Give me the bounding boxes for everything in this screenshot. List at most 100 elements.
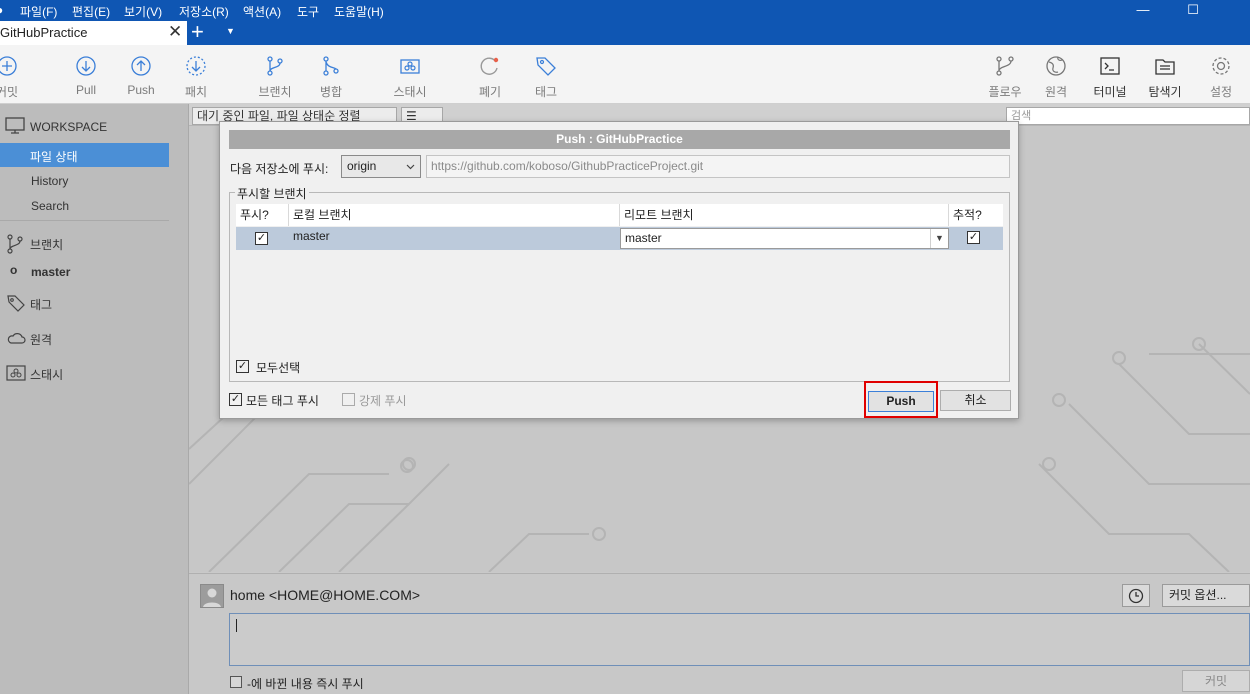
cancel-button[interactable]: 취소 [940, 390, 1011, 411]
patch-icon [186, 56, 206, 76]
remote-select[interactable]: origin [341, 155, 421, 178]
app-icon: ● [0, 3, 3, 17]
pull-button[interactable]: Pull [56, 54, 116, 97]
push-branch-checkbox[interactable]: ✓ [255, 232, 268, 245]
add-tab-icon[interactable]: + [191, 21, 204, 43]
sidebar-item-master[interactable]: master [31, 265, 70, 279]
commit-options-select[interactable]: 커밋 옵션... [1162, 584, 1250, 607]
push-all-tags-checkbox[interactable]: ✓ [229, 393, 242, 406]
commit-area: home <HOME@HOME.COM> 커밋 옵션... -에 바뀐 내용 즉… [189, 573, 1250, 694]
commit-author: home <HOME@HOME.COM> [230, 587, 421, 603]
remote-branch-select[interactable]: master ▼ [620, 228, 949, 249]
remote-url-field: https://github.com/koboso/GithubPractice… [426, 155, 1010, 178]
minimize-button[interactable]: — [1120, 0, 1166, 21]
menu-view[interactable]: 보기(V) [124, 3, 162, 20]
force-push-label: 강제 푸시 [359, 394, 407, 408]
push-button-label: Push [886, 394, 916, 408]
track-branch-checkbox[interactable]: ✓ [967, 231, 980, 244]
settings-label: 설정 [1209, 85, 1233, 99]
stash-icon [6, 365, 26, 381]
tag-icon [536, 57, 556, 76]
branch-button[interactable]: 브랜치 [245, 54, 305, 100]
sidebar-item-tags[interactable]: 태그 [30, 296, 52, 313]
sidebar-item-remotes[interactable]: 원격 [30, 331, 52, 348]
discard-icon [480, 57, 499, 75]
branch-icon [267, 56, 283, 76]
table-row[interactable]: ✓ master master ▼ ✓ [236, 227, 1003, 250]
commit-options-label: 커밋 옵션... [1169, 588, 1227, 602]
patch-button[interactable]: 패치 [166, 54, 226, 100]
tab-bar: GitHubPractice ✕ + ▼ [0, 21, 1250, 45]
pull-label: Pull [75, 83, 96, 97]
text-caret [236, 619, 237, 632]
select-all-checkbox[interactable]: ✓ [236, 360, 249, 373]
close-icon[interactable]: ✕ [168, 23, 182, 41]
commit-button[interactable]: 커밋 [0, 54, 37, 100]
chevron-down-icon: ▼ [930, 229, 948, 248]
monitor-icon [5, 117, 25, 134]
push-immediately-checkbox[interactable] [230, 676, 242, 688]
sidebar-item-branches[interactable]: 브랜치 [30, 236, 63, 253]
push-label: Push [127, 83, 155, 97]
discard-button[interactable]: 폐기 [460, 54, 520, 100]
select-all-label: 모두선택 [256, 361, 301, 375]
dialog-title: Push : GitHubPractice [229, 130, 1010, 149]
stash-button[interactable]: 스태시 [380, 54, 440, 100]
explorer-button[interactable]: 탐색기 [1135, 54, 1195, 100]
workspace-heading: WORKSPACE [30, 120, 108, 134]
tab-repository[interactable]: GitHubPractice ✕ [0, 21, 187, 45]
menu-file[interactable]: 파일(F) [20, 3, 57, 20]
settings-button[interactable]: 설정 [1191, 54, 1250, 100]
tag-button[interactable]: 태그 [516, 54, 576, 100]
commit-label: 커밋 [0, 85, 19, 99]
sidebar-item-stashes[interactable]: 스태시 [30, 366, 63, 383]
menu-tools[interactable]: 도구 [297, 3, 319, 20]
merge-button[interactable]: 병합 [301, 54, 361, 100]
push-toolbar-button[interactable]: Push [111, 54, 171, 97]
commit-submit-button[interactable]: 커밋 [1182, 670, 1250, 692]
push-all-tags-label: 모든 태그 푸시 [246, 394, 319, 408]
explorer-icon [1155, 59, 1175, 75]
remote-label: 다음 저장소에 푸시: [230, 162, 329, 176]
branch-table: 푸시? 로컬 브랜치 리모트 브랜치 추적? ✓ master master ▼… [236, 204, 1003, 347]
remote-button[interactable]: 원격 [1026, 54, 1086, 100]
chevron-down-icon[interactable]: ▼ [226, 26, 235, 36]
push-button[interactable]: Push [868, 391, 934, 412]
local-branch-name: master [293, 229, 330, 243]
sidebar-item-file-status[interactable]: 파일 상태 [0, 143, 169, 167]
force-push-checkbox[interactable] [342, 393, 355, 406]
tag-label: 태그 [534, 85, 558, 99]
commit-history-button[interactable] [1122, 584, 1150, 607]
push-dialog: Push : GitHubPractice 다음 저장소에 푸시: origin… [219, 121, 1019, 419]
menu-edit[interactable]: 편집(E) [72, 3, 110, 20]
menu-help[interactable]: 도움말(H) [334, 3, 384, 20]
menu-actions[interactable]: 액션(A) [243, 3, 281, 20]
terminal-button[interactable]: 터미널 [1080, 54, 1140, 100]
search-input[interactable]: 검색 [1006, 107, 1250, 125]
remote-select-value: origin [347, 159, 377, 173]
user-icon [203, 588, 221, 607]
column-track: 추적? [949, 204, 1003, 226]
remote-url-text: https://github.com/koboso/GithubPractice… [431, 159, 704, 173]
sidebar-item-history[interactable]: History [31, 174, 68, 188]
terminal-label: 터미널 [1093, 85, 1127, 99]
maximize-button[interactable]: ☐ [1170, 0, 1216, 21]
plus-circle-icon [0, 56, 17, 76]
clock-icon [1128, 588, 1144, 604]
sidebar-item-search[interactable]: Search [31, 199, 69, 213]
tab-title: GitHubPractice [0, 25, 88, 40]
flow-icon [996, 56, 1014, 76]
file-status-label: 파일 상태 [30, 150, 78, 164]
column-local-branch: 로컬 브랜치 [289, 204, 619, 226]
stash-icon [400, 59, 420, 74]
menu-bar: ● 파일(F) 편집(E) 보기(V) 저장소(R) 액션(A) 도구 도움말(… [0, 0, 1250, 21]
arrow-down-circle-icon [76, 56, 96, 76]
remote-branch-value: master [625, 231, 662, 245]
commit-submit-label: 커밋 [1204, 674, 1228, 688]
column-push: 푸시? [236, 204, 288, 226]
menu-repository[interactable]: 저장소(R) [179, 3, 229, 20]
chevron-down-icon [406, 164, 415, 170]
arrow-up-circle-icon [131, 56, 151, 76]
gear-icon [1212, 57, 1230, 75]
commit-message-input[interactable] [229, 613, 1250, 666]
